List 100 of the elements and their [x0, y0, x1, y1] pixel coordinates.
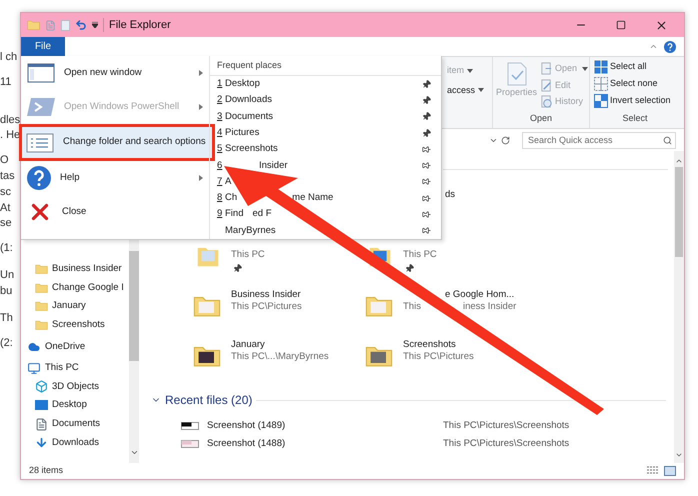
scrollbar[interactable]	[674, 151, 684, 463]
select-all-icon	[594, 60, 608, 74]
ribbon-button[interactable]: Select none	[594, 77, 676, 91]
nav-item[interactable]: Downloads	[27, 433, 129, 452]
nav-item[interactable]: Documents	[27, 414, 129, 434]
folder-path: This PC\...\MaryByrnes	[231, 351, 329, 363]
pin-icon[interactable]	[403, 262, 416, 275]
folder-name[interactable]: Screenshots	[403, 339, 474, 351]
file-name[interactable]: Screenshot (1488)	[207, 436, 443, 452]
large-icons-view-icon[interactable]	[664, 466, 676, 476]
frequent-place-name[interactable]: Pictures	[225, 126, 260, 140]
maximize-icon[interactable]	[616, 20, 626, 30]
caret-icon	[582, 66, 588, 71]
nav-item[interactable]: Desktop	[27, 396, 129, 415]
nav-item[interactable]: OneDrive	[27, 337, 129, 356]
submenu-arrow-icon	[199, 175, 203, 181]
nav-item[interactable]: Business Insider	[27, 260, 129, 279]
collapse-ribbon-icon[interactable]	[649, 42, 658, 51]
access-key-number[interactable]: 8	[217, 191, 224, 206]
frequent-place-name[interactable]: MaryByrnes	[225, 224, 276, 238]
computer-icon	[27, 362, 41, 375]
ribbon-button[interactable]: Invert selection	[594, 94, 676, 108]
frequent-place-name[interactable]: Downloads	[225, 93, 272, 108]
frequent-place-name[interactable]: me Name	[292, 191, 334, 206]
menu-item[interactable]: Change folder and search options	[19, 124, 215, 161]
pin-icon[interactable]	[420, 94, 433, 107]
select-none-icon	[594, 77, 608, 91]
window-icon	[27, 63, 55, 83]
unpinned-pin-icon[interactable]	[422, 144, 431, 154]
access-key-number[interactable]: 2	[217, 93, 224, 108]
folder-path: This	[403, 301, 421, 313]
frequent-place-name[interactable]: Find	[225, 207, 244, 222]
frequent-place-name[interactable]: A	[225, 174, 232, 190]
close-icon[interactable]	[655, 18, 668, 32]
help-icon[interactable]	[664, 40, 676, 52]
scroll-down-icon[interactable]	[130, 448, 138, 457]
caret-icon	[467, 68, 473, 73]
nav-item[interactable]: 3D Objects	[27, 378, 129, 396]
submenu-arrow-icon	[199, 70, 203, 76]
file-name[interactable]: Screenshot (1489)	[207, 418, 443, 434]
menu-item[interactable]: Close	[21, 195, 209, 229]
unpinned-pin-icon[interactable]	[422, 210, 431, 220]
scrollbar-thumb[interactable]	[129, 251, 139, 361]
file-path: This PC\Pictures\Screenshots	[443, 436, 570, 451]
folder-name[interactable]: ds	[445, 188, 456, 202]
frequent-place-name[interactable]: Ch	[225, 191, 238, 206]
scroll-up-icon[interactable]	[675, 157, 683, 165]
frequent-place-name[interactable]: ed F	[252, 207, 272, 222]
nav-item[interactable]: This PC	[27, 358, 129, 378]
file-tab[interactable]: File	[21, 37, 65, 56]
section-header[interactable]: Recent files (20)	[165, 391, 252, 409]
unpinned-pin-icon[interactable]	[422, 226, 431, 236]
folder-path: This PC\Pictures	[231, 301, 302, 313]
customize-toolbar-icon[interactable]	[92, 22, 98, 28]
pin-icon[interactable]	[231, 262, 244, 275]
pin-icon[interactable]	[420, 126, 433, 140]
nav-item[interactable]: Change Google I	[27, 278, 129, 298]
page-text-fragment: 11	[0, 76, 12, 88]
nav-item[interactable]: January	[27, 297, 129, 316]
unpinned-pin-icon[interactable]	[422, 161, 431, 170]
help-icon	[27, 166, 51, 190]
frequent-place-name[interactable]: Insider	[259, 158, 288, 173]
access-key-number[interactable]: 7	[217, 174, 224, 190]
nav-item[interactable]: Screenshots	[27, 316, 129, 334]
submenu-arrow-icon	[199, 104, 203, 110]
frequent-place-name[interactable]: Desktop	[225, 77, 260, 92]
screenshot-thumbnail-icon	[181, 422, 199, 430]
folder-icon	[27, 19, 40, 31]
scroll-down-icon[interactable]	[675, 451, 683, 459]
unpinned-pin-icon[interactable]	[422, 177, 431, 186]
cloud-icon	[27, 340, 41, 353]
menu-item[interactable]: Help	[21, 161, 209, 195]
access-key-number[interactable]: 4	[217, 126, 224, 140]
ribbon-button[interactable]: access	[446, 84, 484, 97]
page-text-fragment: . He	[0, 129, 20, 141]
folder-name[interactable]: e Google Hom...	[445, 289, 516, 301]
access-key-number[interactable]: 3	[217, 110, 224, 124]
access-key-number[interactable]: 5	[217, 142, 224, 156]
search-field[interactable]: Search Quick access	[522, 132, 676, 148]
folder-path: This PC\Pictures	[403, 351, 474, 363]
menu-item[interactable]: Open new window	[21, 56, 209, 90]
ribbon-button[interactable]: Select all	[594, 60, 676, 74]
page-text-fragment: se	[0, 217, 13, 229]
desktop-icon	[35, 400, 48, 410]
scrollbar-thumb[interactable]	[675, 167, 683, 257]
access-key-number[interactable]: 6	[217, 158, 224, 173]
screenshot-thumbnail-icon	[181, 440, 199, 448]
folder-name[interactable]: January	[231, 339, 329, 351]
menu-section-header: Frequent places	[210, 56, 441, 76]
access-key-number[interactable]: 1	[217, 77, 224, 92]
options-list-icon	[26, 132, 54, 152]
refresh-icon[interactable]	[501, 136, 510, 144]
access-key-number[interactable]: 9	[217, 207, 224, 222]
details-view-icon[interactable]	[647, 466, 659, 476]
frequent-place-name[interactable]: Screenshots	[225, 142, 278, 156]
undo-icon[interactable]	[75, 19, 87, 31]
unpinned-pin-icon[interactable]	[422, 194, 431, 203]
folder-name[interactable]: Business Insider	[231, 289, 302, 301]
pin-icon[interactable]	[420, 78, 433, 90]
frequent-place-name[interactable]: Documents	[225, 110, 274, 124]
